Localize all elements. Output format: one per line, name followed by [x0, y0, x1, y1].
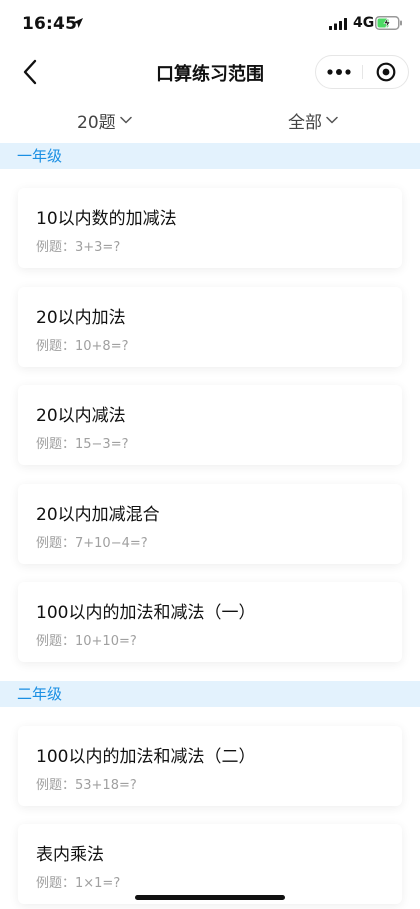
chevron-down-icon: [326, 116, 338, 124]
question-count-label: 20题: [77, 112, 116, 133]
target-circle-icon: [376, 62, 396, 82]
home-indicator[interactable]: [135, 895, 285, 900]
practice-item-title: 10以内数的加减法: [36, 209, 177, 229]
chevron-left-icon: [23, 59, 37, 85]
practice-item-card[interactable]: 20以内加减混合 例题：7+10−4=?: [18, 484, 402, 564]
signal-bars-icon: [329, 18, 347, 30]
practice-item-example: 例题：7+10−4=?: [36, 536, 148, 551]
scope-label: 全部: [288, 112, 322, 133]
more-button[interactable]: [316, 56, 362, 88]
nav-bar: 口算练习范围: [0, 50, 420, 94]
mini-program-capsule: [315, 55, 409, 89]
practice-item-example: 例题：10+10=?: [36, 634, 137, 649]
practice-item-card[interactable]: 100以内的加法和减法（二） 例题：53+18=?: [18, 726, 402, 806]
practice-item-example: 例题：10+8=?: [36, 339, 129, 354]
practice-item-title: 表内乘法: [36, 845, 104, 865]
section-header-grade-1: 一年级: [0, 143, 420, 169]
practice-item-title: 20以内减法: [36, 406, 126, 426]
practice-item-card[interactable]: 20以内加法 例题：10+8=?: [18, 287, 402, 367]
status-time: 16:45: [22, 14, 78, 34]
network-label: 4G: [353, 15, 375, 31]
practice-item-example: 例题：53+18=?: [36, 778, 137, 793]
practice-item-title: 20以内加法: [36, 308, 126, 328]
practice-item-title: 100以内的加法和减法（二）: [36, 747, 256, 767]
practice-item-example: 例题：3+3=?: [36, 240, 121, 255]
back-button[interactable]: [14, 56, 46, 88]
practice-item-card[interactable]: 表内乘法 例题：1×1=?: [18, 824, 402, 904]
practice-item-card[interactable]: 20以内减法 例题：15−3=?: [18, 385, 402, 465]
location-arrow-icon: [73, 18, 83, 28]
screen: 16:45 4G 口算练习范围 20题 全部 一年级 10以内数的加减法 例题：…: [0, 0, 420, 909]
scope-dropdown[interactable]: 全部: [288, 108, 338, 133]
practice-item-title: 100以内的加法和减法（一）: [36, 603, 256, 623]
status-bar: 16:45 4G: [0, 0, 420, 50]
practice-item-card[interactable]: 10以内数的加减法 例题：3+3=?: [18, 188, 402, 268]
chevron-down-icon: [119, 116, 132, 124]
question-count-dropdown[interactable]: 20题: [77, 108, 132, 133]
page-title: 口算练习范围: [156, 64, 264, 85]
filter-bar: 20题 全部: [0, 98, 420, 142]
battery-charging-icon: [375, 16, 402, 30]
close-button[interactable]: [363, 56, 409, 88]
practice-item-example: 例题：15−3=?: [36, 437, 129, 452]
practice-item-example: 例题：1×1=?: [36, 876, 121, 891]
practice-item-card[interactable]: 100以内的加法和减法（一） 例题：10+10=?: [18, 582, 402, 662]
practice-item-title: 20以内加减混合: [36, 505, 160, 525]
section-header-grade-2: 二年级: [0, 681, 420, 707]
more-dots-icon: [327, 69, 351, 75]
